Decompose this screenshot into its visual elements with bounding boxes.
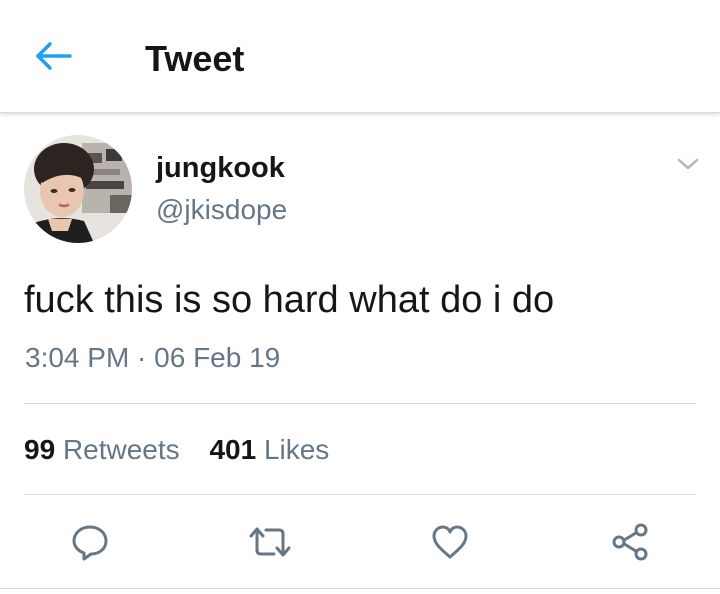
divider <box>24 403 696 404</box>
retweet-icon <box>249 527 291 557</box>
avatar[interactable] <box>24 135 132 243</box>
display-name[interactable]: jungkook <box>156 150 285 186</box>
tweet-menu-button[interactable] <box>672 150 704 178</box>
retweet-button[interactable] <box>248 520 292 564</box>
back-button[interactable] <box>32 37 76 75</box>
retweets-stat[interactable]: 99 Retweets <box>24 434 180 465</box>
arrow-left-icon <box>36 42 72 70</box>
tweet-timestamp: 3:04 PM · 06 Feb 19 <box>25 342 281 373</box>
avatar-image <box>24 135 132 243</box>
heart-icon <box>432 525 468 559</box>
app-header: Tweet <box>0 0 720 113</box>
reply-button[interactable] <box>68 520 112 564</box>
user-handle[interactable]: @jkisdope <box>156 192 287 228</box>
tweet-stats: 99 Retweets 401 Likes <box>24 432 351 468</box>
likes-label: Likes <box>263 434 330 465</box>
share-button[interactable] <box>608 520 652 564</box>
retweets-count: 99 <box>24 434 56 465</box>
page-title: Tweet <box>145 38 245 79</box>
tweet-text: fuck this is so hard what do i do <box>24 279 555 321</box>
divider <box>24 494 696 495</box>
chevron-down-icon <box>677 158 699 170</box>
retweets-label: Retweets <box>62 434 180 465</box>
share-icon <box>612 523 648 561</box>
bottom-divider <box>0 588 720 589</box>
like-button[interactable] <box>428 520 472 564</box>
reply-icon <box>72 525 108 561</box>
likes-count: 401 <box>209 434 257 465</box>
likes-stat[interactable]: 401 Likes <box>209 434 329 465</box>
